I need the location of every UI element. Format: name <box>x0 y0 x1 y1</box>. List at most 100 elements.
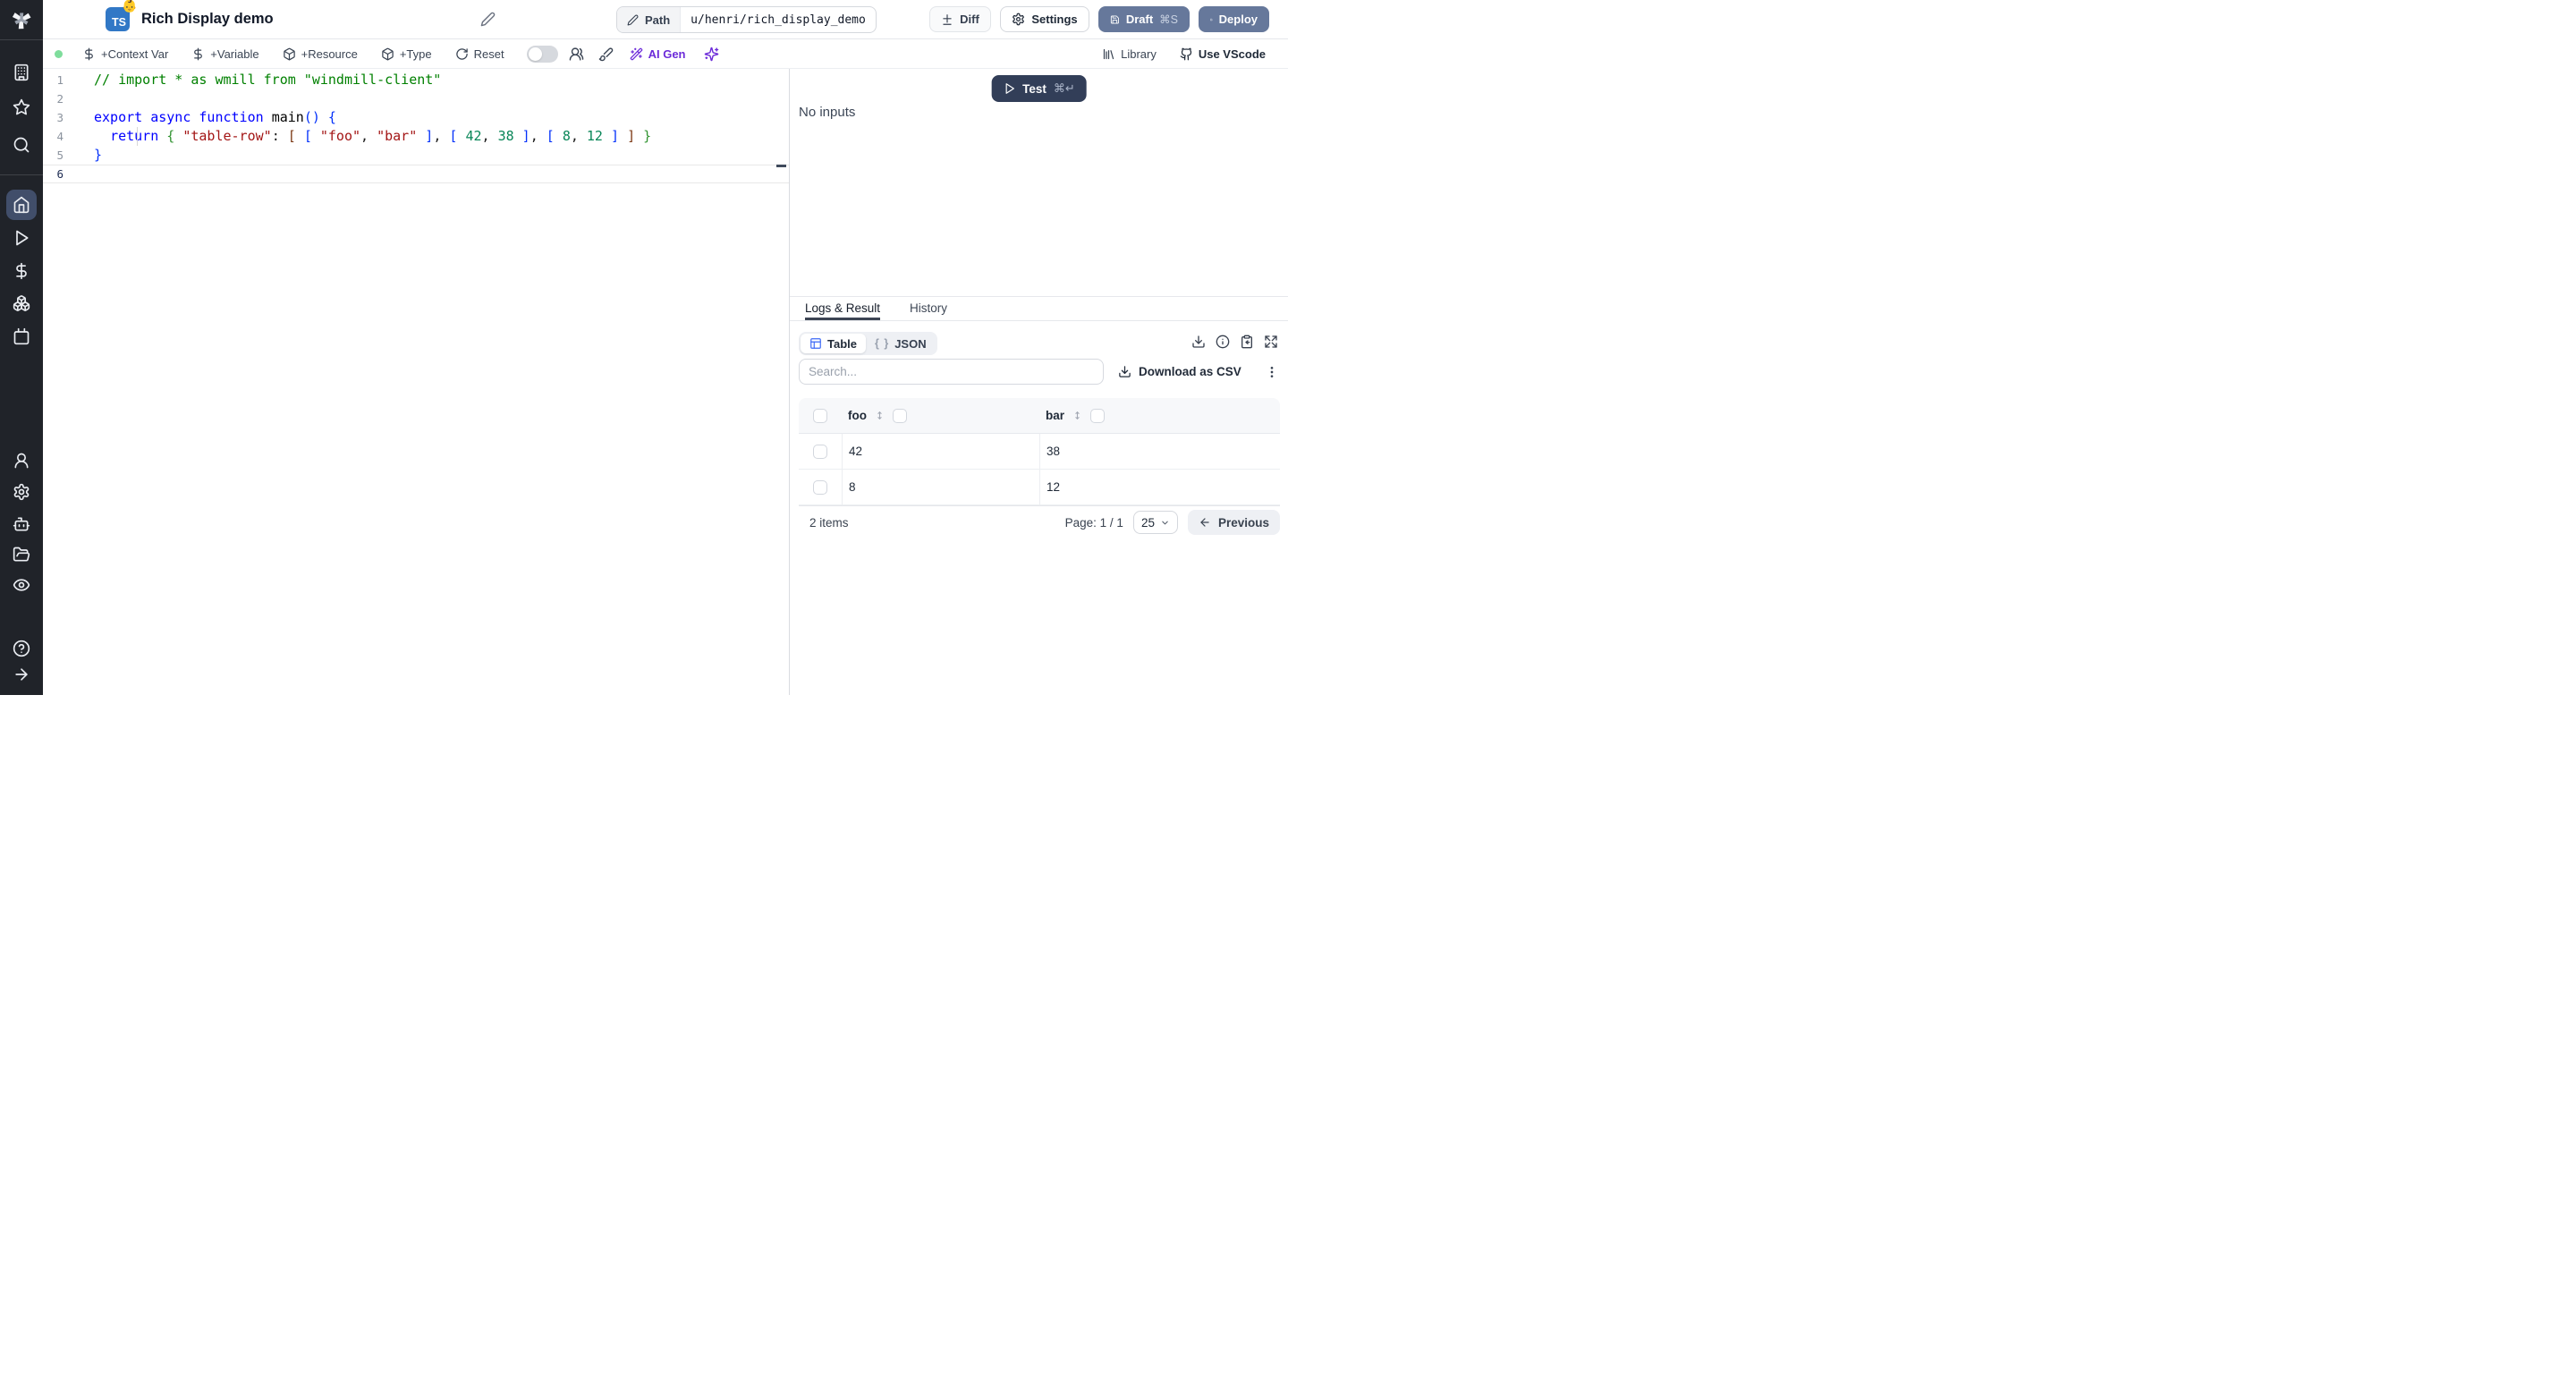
package-icon <box>283 47 295 60</box>
test-button[interactable]: Test ⌘↵ <box>991 75 1087 102</box>
variables-icon[interactable] <box>13 262 30 280</box>
use-vscode-button[interactable]: Use VScode <box>1180 47 1266 61</box>
code-line[interactable]: 3 export async function main() { <box>43 108 789 127</box>
previous-page-button[interactable]: Previous <box>1187 510 1280 535</box>
code-line[interactable]: 1 // import * as wmill from "windmill-cli… <box>43 71 789 89</box>
windmill-logo[interactable] <box>9 7 34 32</box>
page-indicator: Page: 1 / 1 <box>1064 515 1123 530</box>
path-button[interactable]: Path u/henri/rich_display_demo <box>616 6 877 33</box>
add-context-var-label: +Context Var <box>101 47 169 61</box>
collapse-sidebar-icon[interactable] <box>13 665 30 683</box>
info-icon[interactable] <box>1216 335 1230 349</box>
download-icon[interactable] <box>1191 335 1206 349</box>
select-all-checkbox[interactable] <box>813 408 827 423</box>
user-icon[interactable] <box>13 452 30 470</box>
star-icon[interactable] <box>13 98 30 116</box>
diff-button[interactable]: Diff <box>929 6 991 32</box>
github-icon <box>1180 47 1191 60</box>
table-body: 42 38 8 12 <box>799 434 1280 505</box>
sort-icon[interactable] <box>1072 410 1083 421</box>
column-header-bar[interactable]: bar <box>1039 408 1280 423</box>
sidebar-item-home[interactable] <box>6 190 37 220</box>
table-header: foo bar <box>799 398 1280 434</box>
table-row[interactable]: 8 12 <box>799 470 1280 505</box>
path-label-section: Path <box>617 7 682 32</box>
collaborators-icon[interactable] <box>569 47 584 62</box>
header-actions: Diff Settings Draft ⌘S Deploy <box>929 6 1269 32</box>
settings-button[interactable]: Settings <box>1000 6 1089 32</box>
schedules-icon[interactable] <box>13 327 30 345</box>
status-dot <box>55 49 63 58</box>
view-table-button[interactable]: Table <box>801 334 866 353</box>
deploy-button[interactable]: Deploy <box>1199 6 1269 32</box>
column-filter-checkbox[interactable] <box>893 408 907 423</box>
library-label: Library <box>1121 47 1157 61</box>
header: TS 👶 Rich Display demo Path u/henri/rich… <box>43 0 1288 39</box>
ai-gen-button[interactable]: AI Gen <box>630 47 686 61</box>
search-icon[interactable] <box>13 136 30 154</box>
ai-gen-label: AI Gen <box>648 47 686 61</box>
more-options-icon[interactable] <box>1265 365 1279 379</box>
robot-icon[interactable] <box>13 515 30 533</box>
add-type-button[interactable]: +Type <box>381 47 432 61</box>
row-checkbox[interactable] <box>813 479 827 495</box>
folder-icon[interactable] <box>13 546 30 564</box>
row-checkbox[interactable] <box>813 444 827 459</box>
column-label: foo <box>848 409 867 422</box>
code-lines: 1 // import * as wmill from "windmill-cli… <box>43 71 789 183</box>
gear-icon[interactable] <box>13 483 30 501</box>
code-line[interactable]: 4 return { "table-row": [ [ "foo", "bar"… <box>43 127 789 146</box>
column-header-foo[interactable]: foo <box>842 408 1039 423</box>
edit-summary-icon[interactable] <box>480 12 496 27</box>
code-line[interactable]: 2 <box>43 89 789 108</box>
code-editor[interactable]: 1 // import * as wmill from "windmill-cli… <box>43 69 789 695</box>
result-table: foo bar 42 38 8 12 2 items Page: 1 / 1 25 <box>799 398 1280 538</box>
draft-button[interactable]: Draft ⌘S <box>1098 6 1190 32</box>
cell-value: 38 <box>1046 445 1061 458</box>
column-filter-checkbox[interactable] <box>1090 408 1106 423</box>
line-number: 3 <box>56 111 64 124</box>
table-row[interactable]: 42 38 <box>799 434 1280 470</box>
code-line[interactable]: 6 <box>43 165 789 183</box>
view-json-button[interactable]: { } JSON <box>866 334 936 353</box>
add-resource-button[interactable]: +Resource <box>283 47 358 61</box>
resources-icon[interactable] <box>13 294 30 312</box>
sparkles-icon[interactable] <box>704 47 719 62</box>
tab-logs-result[interactable]: Logs & Result <box>805 297 881 320</box>
indent-guide <box>137 127 138 146</box>
add-variable-button[interactable]: +Variable <box>191 47 259 61</box>
reset-button[interactable]: Reset <box>455 47 504 61</box>
runs-icon[interactable] <box>13 229 30 247</box>
diff-icon <box>943 13 952 25</box>
tab-history[interactable]: History <box>910 297 947 320</box>
download-csv-button[interactable]: Download as CSV <box>1118 365 1241 378</box>
eye-icon[interactable] <box>13 576 30 594</box>
editor-toolbar: +Context Var +Variable +Resource +Type R… <box>43 39 1288 69</box>
building-icon[interactable] <box>13 64 30 81</box>
pencil-icon <box>627 14 639 25</box>
cell-value: 8 <box>849 480 856 494</box>
gear-icon <box>1013 13 1025 26</box>
page-size-select[interactable]: 25 <box>1132 511 1178 534</box>
deploy-label: Deploy <box>1218 13 1258 26</box>
settings-label: Settings <box>1031 13 1078 26</box>
right-panel: Test ⌘↵ No inputs Logs & Result History … <box>790 69 1288 695</box>
assistant-toggle[interactable] <box>526 45 558 63</box>
sidebar-divider <box>0 174 43 175</box>
clipboard-copy-icon[interactable] <box>1240 335 1254 349</box>
view-json-label: JSON <box>894 336 927 351</box>
library-button[interactable]: Library <box>1102 47 1157 61</box>
overview-ruler-cursor <box>776 165 786 167</box>
add-context-var-button[interactable]: +Context Var <box>82 47 168 61</box>
result-actions <box>1191 335 1278 349</box>
sort-icon[interactable] <box>874 410 886 421</box>
table-footer: 2 items Page: 1 / 1 25 Previous <box>799 505 1280 538</box>
use-vscode-label: Use VScode <box>1198 47 1266 61</box>
code-line[interactable]: 5} <box>43 146 789 165</box>
expand-icon[interactable] <box>1264 335 1278 349</box>
help-icon[interactable] <box>13 640 30 657</box>
library-icon <box>1103 48 1114 59</box>
search-input[interactable] <box>799 359 1104 385</box>
format-code-icon[interactable] <box>598 47 614 62</box>
cell-value: 42 <box>849 445 863 458</box>
